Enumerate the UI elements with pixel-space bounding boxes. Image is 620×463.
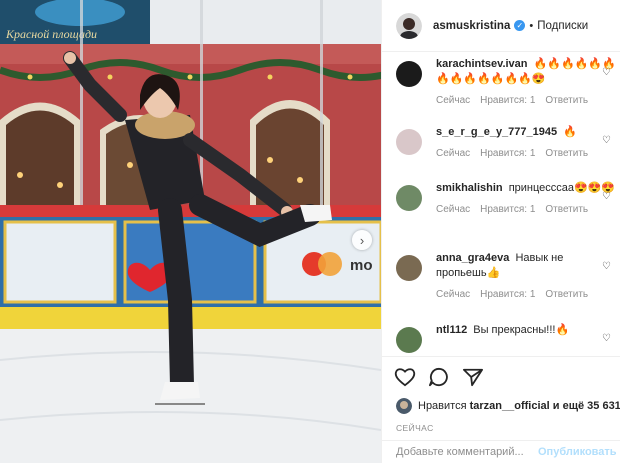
likes-count[interactable]: и ещё 35 631 <box>553 400 620 412</box>
rink-sign-text: Красной площади <box>5 27 97 41</box>
commenter-username[interactable]: smikhalishin <box>436 182 503 194</box>
reply-button[interactable]: Ответить <box>545 204 588 215</box>
comment-item: karachintsev.ivan 🔥🔥🔥🔥🔥🔥🔥🔥🔥🔥🔥🔥🔥😍 Сейчас … <box>396 57 620 106</box>
next-photo-button[interactable]: › <box>352 230 372 250</box>
commenter-avatar[interactable] <box>396 255 422 281</box>
like-comment-icon[interactable]: ♡ <box>602 67 611 78</box>
commenter-avatar[interactable] <box>396 185 422 211</box>
add-comment-bar: Опубликовать <box>382 440 620 463</box>
likes-prefix: Нравится <box>418 400 467 412</box>
commenter-username[interactable]: s_e_r_g_e_y_777_1945 <box>436 126 557 138</box>
like-comment-icon[interactable]: ♡ <box>602 261 611 272</box>
comment-likes[interactable]: Нравится: 1 <box>480 148 535 159</box>
comments-list[interactable]: karachintsev.ivan 🔥🔥🔥🔥🔥🔥🔥🔥🔥🔥🔥🔥🔥😍 Сейчас … <box>382 53 620 355</box>
commenter-username[interactable]: ntl112 <box>436 324 467 336</box>
comment-item: s_e_r_g_e_y_777_1945 🔥 Сейчас Нравится: … <box>396 125 620 159</box>
comment-text-block: smikhalishin принцесссаа😍😍😍 <box>436 181 616 196</box>
reply-button[interactable]: Ответить <box>545 289 588 300</box>
comment-text-block: s_e_r_g_e_y_777_1945 🔥 <box>436 125 616 140</box>
post-timestamp[interactable]: СЕЙЧАС <box>382 423 620 433</box>
like-heart-icon[interactable] <box>394 367 416 387</box>
header-separator: • <box>529 19 534 32</box>
comment-text: Вы прекрасны!!!🔥 <box>473 324 570 336</box>
comment-text: принцесссаа😍😍😍 <box>508 182 616 194</box>
comment-likes[interactable]: Нравится: 1 <box>480 289 535 300</box>
following-button[interactable]: Подписки <box>537 20 588 32</box>
comment-meta: Сейчас Нравится: 1 Ответить <box>436 289 616 300</box>
comment-likes[interactable]: Нравится: 1 <box>480 204 535 215</box>
comment-meta: Сейчас Нравится: 1 Ответить <box>436 148 616 159</box>
comment-text-block: ntl112 Вы прекрасны!!!🔥 <box>436 323 616 338</box>
comment-time: Сейчас <box>436 148 471 159</box>
comment-text: 🔥 <box>563 126 577 138</box>
comment-item: smikhalishin принцесссаа😍😍😍 Сейчас Нрави… <box>396 181 620 215</box>
post-actions: Нравится tarzan__official и ещё 35 631 С… <box>382 356 620 433</box>
publish-button[interactable]: Опубликовать <box>538 446 617 458</box>
reply-button[interactable]: Ответить <box>545 148 588 159</box>
comment-meta: Сейчас Нравится: 1 Ответить <box>436 95 616 106</box>
comment-bubble-icon[interactable] <box>428 367 450 387</box>
comment-time: Сейчас <box>436 95 471 106</box>
comment-time: Сейчас <box>436 204 471 215</box>
commenter-avatar[interactable] <box>396 327 422 353</box>
post-header: asmuskristina ✓ • Подписки <box>382 0 620 52</box>
author-username[interactable]: asmuskristina <box>433 20 510 32</box>
comment-input[interactable] <box>396 446 538 458</box>
action-icons-row <box>382 357 620 397</box>
like-comment-icon[interactable]: ♡ <box>602 135 611 146</box>
ad-brand-text: mo <box>350 257 373 274</box>
reply-button[interactable]: Ответить <box>545 95 588 106</box>
author-avatar[interactable] <box>396 12 422 39</box>
liker-username[interactable]: tarzan__official <box>470 400 550 412</box>
like-comment-icon[interactable]: ♡ <box>602 191 611 202</box>
skating-rink-image: Красной площади mo <box>0 0 381 463</box>
comment-text-block: anna_gra4eva Навык не пропьешь👍 <box>436 251 616 281</box>
comment-likes[interactable]: Нравится: 1 <box>480 95 535 106</box>
like-comment-icon[interactable]: ♡ <box>602 333 611 344</box>
comment-item: anna_gra4eva Навык не пропьешь👍 Сейчас Н… <box>396 251 620 300</box>
comment-item: ntl112 Вы прекрасны!!!🔥 ♡ <box>396 323 620 353</box>
liker-avatar[interactable] <box>396 398 412 414</box>
comment-meta: Сейчас Нравится: 1 Ответить <box>436 204 616 215</box>
comment-text-block: karachintsev.ivan 🔥🔥🔥🔥🔥🔥🔥🔥🔥🔥🔥🔥🔥😍 <box>436 57 616 87</box>
commenter-username[interactable]: anna_gra4eva <box>436 252 509 264</box>
share-paper-plane-icon[interactable] <box>462 367 484 387</box>
commenter-avatar[interactable] <box>396 61 422 87</box>
verified-badge-icon: ✓ <box>514 20 526 31</box>
comment-time: Сейчас <box>436 289 471 300</box>
commenter-username[interactable]: karachintsev.ivan <box>436 58 528 70</box>
post-details-panel: asmuskristina ✓ • Подписки karachintsev.… <box>381 0 620 463</box>
post-photo[interactable]: Красной площади mo › <box>0 0 381 463</box>
likes-summary: Нравится tarzan__official и ещё 35 631 <box>382 397 620 415</box>
commenter-avatar[interactable] <box>396 129 422 155</box>
